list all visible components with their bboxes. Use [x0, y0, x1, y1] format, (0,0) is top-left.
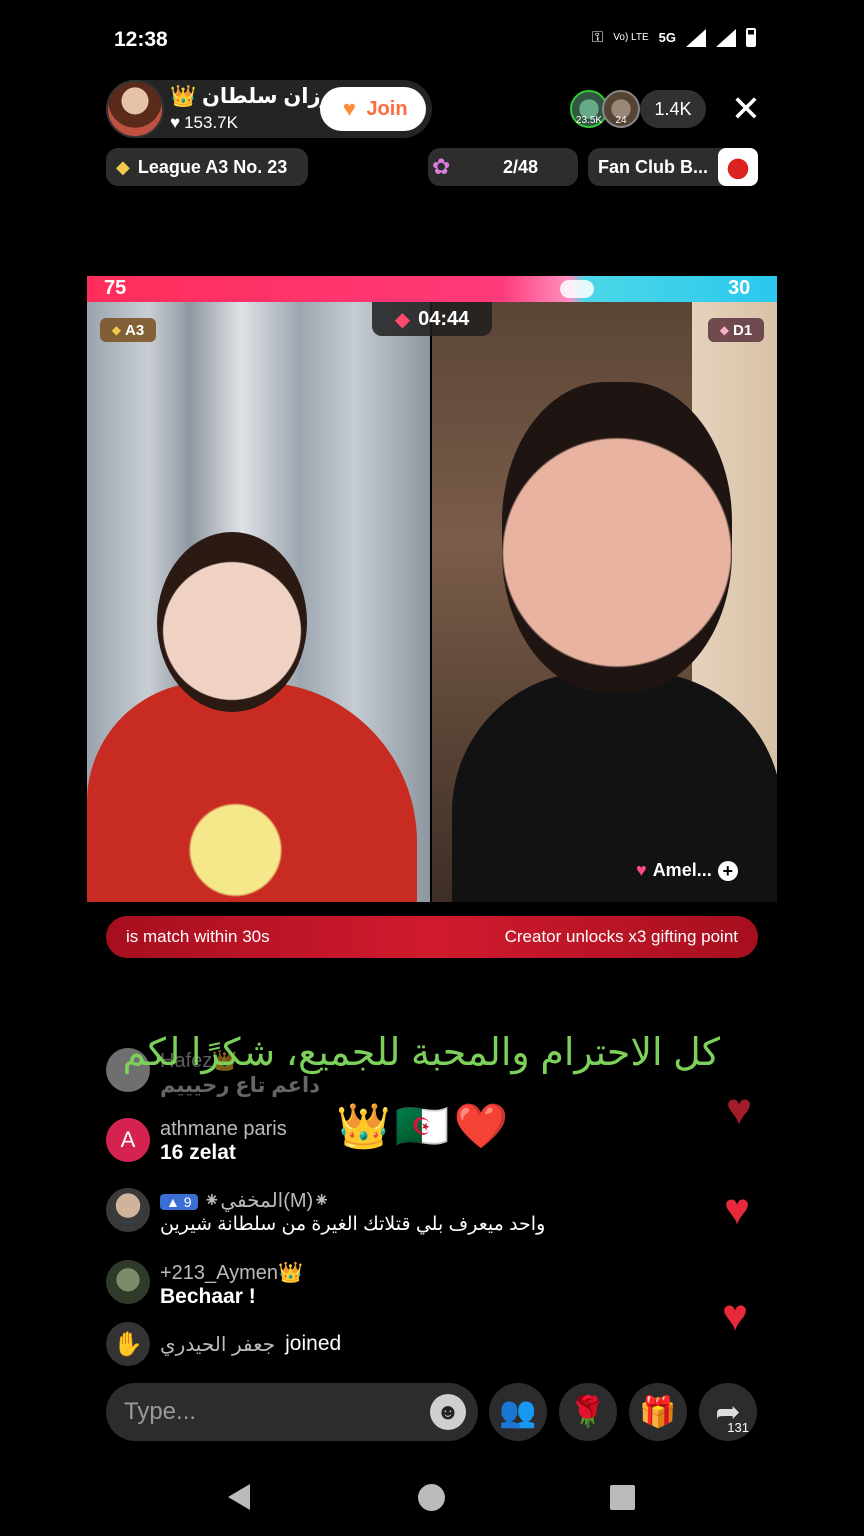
comment-text: joined	[285, 1332, 342, 1355]
fan-club-label: Fan Club B...	[598, 156, 708, 177]
host-likes: ♥ 153.7K	[170, 113, 238, 133]
key-icon: ⚿	[591, 29, 604, 46]
comment-avatar	[106, 1188, 150, 1232]
level-badge: ▲ 9	[160, 1194, 198, 1210]
join-notice: ✋ جعفر الحيدري joined	[106, 1322, 341, 1366]
diamond-icon: ◆	[116, 156, 130, 177]
top-viewers[interactable]: 23.5K 24	[570, 90, 640, 128]
comment-row[interactable]: ▲ 9 ⁕المخفي(M)⁕ واحد ميعرف بلي قتلاتك الغ…	[106, 1188, 545, 1236]
gifting-banner[interactable]: is match within 30s Creator unlocks x3 g…	[106, 916, 758, 958]
multi-guest-icon[interactable]: 👥	[489, 1383, 547, 1441]
comment-text: داعم تاع رحيييم	[160, 1074, 320, 1097]
opponent-name-tag[interactable]: ♥ Amel... +	[636, 860, 738, 881]
score-right: 30	[728, 277, 751, 299]
comment-text: 16 zelat	[160, 1141, 236, 1164]
join-label: Join	[366, 97, 408, 120]
comment-user: جعفر الحيدري	[160, 1333, 276, 1356]
comment-input[interactable]: Type... ☻	[106, 1383, 478, 1441]
battle-score-bar	[87, 276, 777, 302]
fan-heart-icon: ♥	[342, 96, 356, 121]
tier-badge-left[interactable]: ◆ A3	[100, 318, 156, 342]
network-label: 5G	[658, 30, 676, 45]
host-likes-count: 153.7K	[184, 113, 238, 132]
status-time: 12:38	[114, 28, 168, 51]
opponent-video-face	[502, 382, 732, 692]
comment-user: +213_Aymen👑	[160, 1262, 303, 1284]
signal-icon-2	[716, 28, 736, 47]
host-name-text: رزان سلطان	[202, 85, 333, 108]
opponent-name: Amel...	[652, 860, 712, 880]
timer-text: 04:44	[418, 307, 470, 330]
wave-hand-icon: ✋	[106, 1322, 150, 1366]
heart-icon: ♥	[170, 113, 181, 132]
crown-icon: 👑	[170, 85, 197, 108]
emoji-icon[interactable]: ☻	[430, 1394, 466, 1430]
comment-input-placeholder: Type...	[124, 1398, 197, 1425]
host-video[interactable]	[87, 302, 430, 902]
caption-overlay: كل الاحترام والمحبة للجميع، شكرًا لكم	[122, 1032, 720, 1074]
diamond-icon: ◆	[111, 323, 122, 337]
recent-apps-icon[interactable]	[610, 1485, 635, 1510]
tier-badge-right[interactable]: ◆ D1	[708, 318, 764, 342]
rank-label: 2/48	[502, 156, 538, 177]
join-button[interactable]: ♥ Join	[320, 87, 426, 131]
floating-heart-icon: ♥	[722, 1291, 749, 1340]
score-divider-spark	[560, 280, 594, 298]
gift-sprite-icon: ✿	[432, 154, 451, 179]
follow-plus-icon[interactable]: +	[717, 860, 738, 881]
signal-icon	[686, 28, 706, 47]
status-icons: ⚿ Vo) LTE 5G	[592, 28, 756, 47]
rank-pill[interactable]: ✿ 2/48	[428, 148, 578, 186]
host-name: 👑 رزان سلطان	[170, 84, 333, 109]
top-viewer-1-badge: 23.5K	[575, 115, 603, 126]
score-left: 75	[104, 277, 127, 299]
caption-emojis: 👑🇩🇿❤️	[336, 1102, 513, 1151]
back-icon[interactable]	[228, 1484, 250, 1510]
fan-club-gift-icon	[718, 148, 758, 186]
tier-right-label: D1	[733, 321, 753, 339]
volte-label: Vo) LTE	[613, 32, 649, 43]
opponent-video[interactable]	[432, 302, 777, 902]
close-icon[interactable]: ✕	[730, 91, 762, 128]
comment-avatar: A	[106, 1118, 150, 1162]
battle-icon: ◆	[394, 308, 411, 331]
comment-avatar	[106, 1260, 150, 1304]
banner-left-text: is match within 30s	[126, 927, 270, 946]
host-avatar[interactable]	[106, 80, 164, 138]
comment-row[interactable]: +213_Aymen👑 Bechaar !	[106, 1260, 303, 1309]
battery-icon	[746, 28, 756, 47]
league-pill[interactable]: ◆ League A3 No. 23	[106, 148, 308, 186]
comment-row[interactable]: A athmane paris 16 zelat	[106, 1118, 287, 1165]
battle-timer: ◆ 04:44	[372, 302, 492, 336]
host-video-face	[157, 532, 307, 712]
rose-gift-icon[interactable]: 🌹	[559, 1383, 617, 1441]
level-number: 9	[183, 1194, 192, 1210]
share-button[interactable]: ➦ 131	[699, 1383, 757, 1441]
host-video-body	[87, 682, 417, 902]
league-label: League A3 No. 23	[137, 156, 288, 177]
tier-left-label: A3	[125, 321, 145, 339]
comment-text: Bechaar !	[160, 1285, 256, 1308]
comment-text: واحد ميعرف بلي قتلاتك الغيرة من سلطانة ش…	[160, 1214, 546, 1235]
viewer-count[interactable]: 1.4K	[640, 90, 706, 128]
comment-user: athmane paris	[160, 1118, 287, 1140]
banner-right-text: Creator unlocks x3 gifting point	[504, 927, 738, 946]
fan-club-pill[interactable]: Fan Club B...	[588, 148, 758, 186]
home-icon[interactable]	[418, 1484, 445, 1511]
comment-user: ⁕المخفي(M)⁕	[203, 1190, 330, 1212]
share-count: 131	[727, 1420, 749, 1435]
diamond-icon: ◆	[719, 323, 730, 337]
top-viewer-avatar-2[interactable]: 24	[602, 90, 640, 128]
gift-icon[interactable]: 🎁	[629, 1383, 687, 1441]
heart-icon: ♥	[636, 860, 647, 880]
floating-heart-icon: ♥	[724, 1185, 751, 1234]
top-viewer-2-badge: 24	[615, 115, 627, 126]
floating-heart-icon: ♥	[726, 1085, 753, 1134]
